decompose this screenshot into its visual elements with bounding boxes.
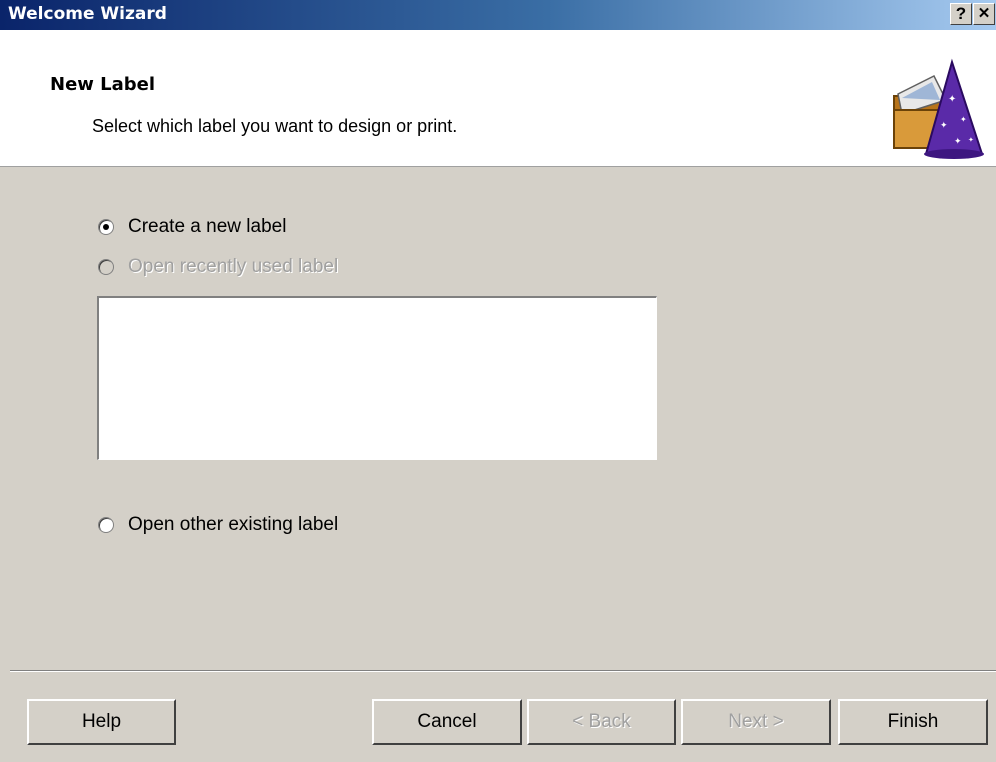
help-button[interactable]: Help <box>27 699 176 745</box>
create-new-label-text: Create a new label <box>128 216 287 237</box>
wizard-header <box>0 30 996 167</box>
create-new-label-radio[interactable] <box>98 219 114 235</box>
next-button: Next > <box>681 699 831 745</box>
window-title: Welcome Wizard <box>8 4 167 24</box>
option-open-existing-label[interactable]: Open other existing label <box>98 514 338 536</box>
help-caption-button[interactable]: ? <box>950 3 972 25</box>
svg-text:✦: ✦ <box>960 115 967 124</box>
footer-separator <box>10 670 996 672</box>
open-existing-label-text: Open other existing label <box>128 514 339 535</box>
option-create-new-label[interactable]: Create a new label <box>98 216 286 238</box>
finish-button[interactable]: Finish <box>838 699 988 745</box>
recent-labels-list[interactable] <box>97 296 657 460</box>
svg-text:✦: ✦ <box>948 94 956 105</box>
page-title: New Label <box>50 74 156 95</box>
close-button[interactable]: ✕ <box>973 3 995 25</box>
svg-text:✦: ✦ <box>940 120 948 130</box>
cancel-button[interactable]: Cancel <box>372 699 522 745</box>
back-button: < Back <box>527 699 676 745</box>
svg-text:✦: ✦ <box>954 136 962 146</box>
open-recent-label-radio <box>98 259 114 275</box>
option-open-recent-label: Open recently used label <box>98 256 338 278</box>
wizard-icon: ✦ ✦ ✦ ✦ ✦ <box>893 58 984 159</box>
open-existing-label-radio[interactable] <box>98 517 114 533</box>
page-subtitle: Select which label you want to design or… <box>92 116 458 136</box>
open-recent-label-text: Open recently used label <box>128 256 339 277</box>
title-bar: Welcome Wizard ? ✕ <box>0 0 996 30</box>
svg-text:✦: ✦ <box>968 136 974 144</box>
